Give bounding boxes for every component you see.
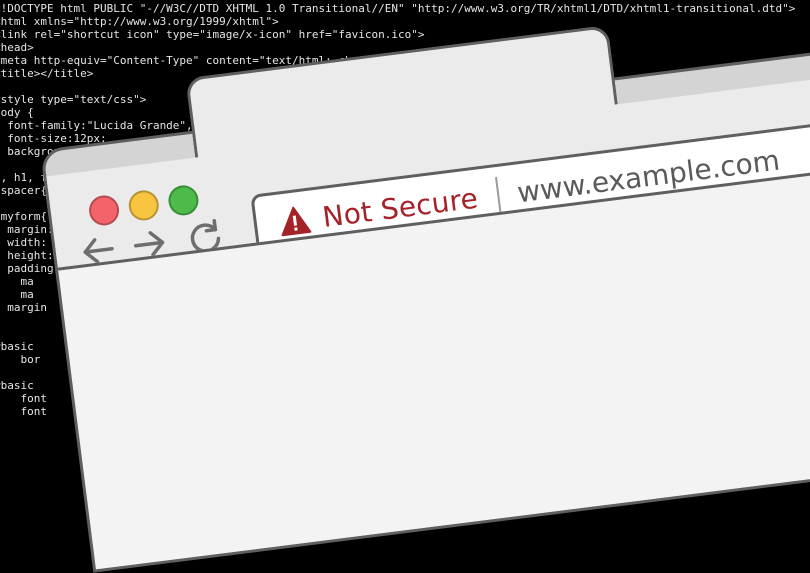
code-line: <style type="text/css"> <box>0 93 147 106</box>
code-line: } <box>0 366 1 379</box>
close-window-button[interactable] <box>87 193 121 228</box>
code-line: ma <box>20 288 34 301</box>
code-line: <!DOCTYPE html PUBLIC "-//W3C//DTD XHTML… <box>0 2 796 15</box>
code-line: #basic <box>0 379 34 392</box>
code-line: <html xmlns="http://www.w3.org/1999/xhtm… <box>0 15 279 28</box>
code-line: padding: <box>0 262 61 275</box>
code-line: width: <box>7 236 47 249</box>
code-line: bor <box>20 353 41 366</box>
code-line: .myform{ <box>0 210 47 223</box>
code-line: body { <box>0 106 34 119</box>
warning-triangle-icon <box>277 204 313 238</box>
maximize-window-button[interactable] <box>166 183 201 218</box>
code-line: font <box>20 392 47 405</box>
address-divider <box>495 176 502 213</box>
minimize-window-button[interactable] <box>127 188 161 223</box>
code-line: #basic <box>0 340 34 353</box>
code-line: margin <box>7 301 47 314</box>
code-line: <title></title> <box>0 67 94 80</box>
code-line: height: <box>7 249 54 262</box>
code-line: <link rel="shortcut icon" type="image/x-… <box>0 28 425 41</box>
code-line: margin: <box>7 223 54 236</box>
code-line: font <box>20 405 47 418</box>
code-line: <head> <box>0 41 34 54</box>
code-line: ma <box>20 275 34 288</box>
